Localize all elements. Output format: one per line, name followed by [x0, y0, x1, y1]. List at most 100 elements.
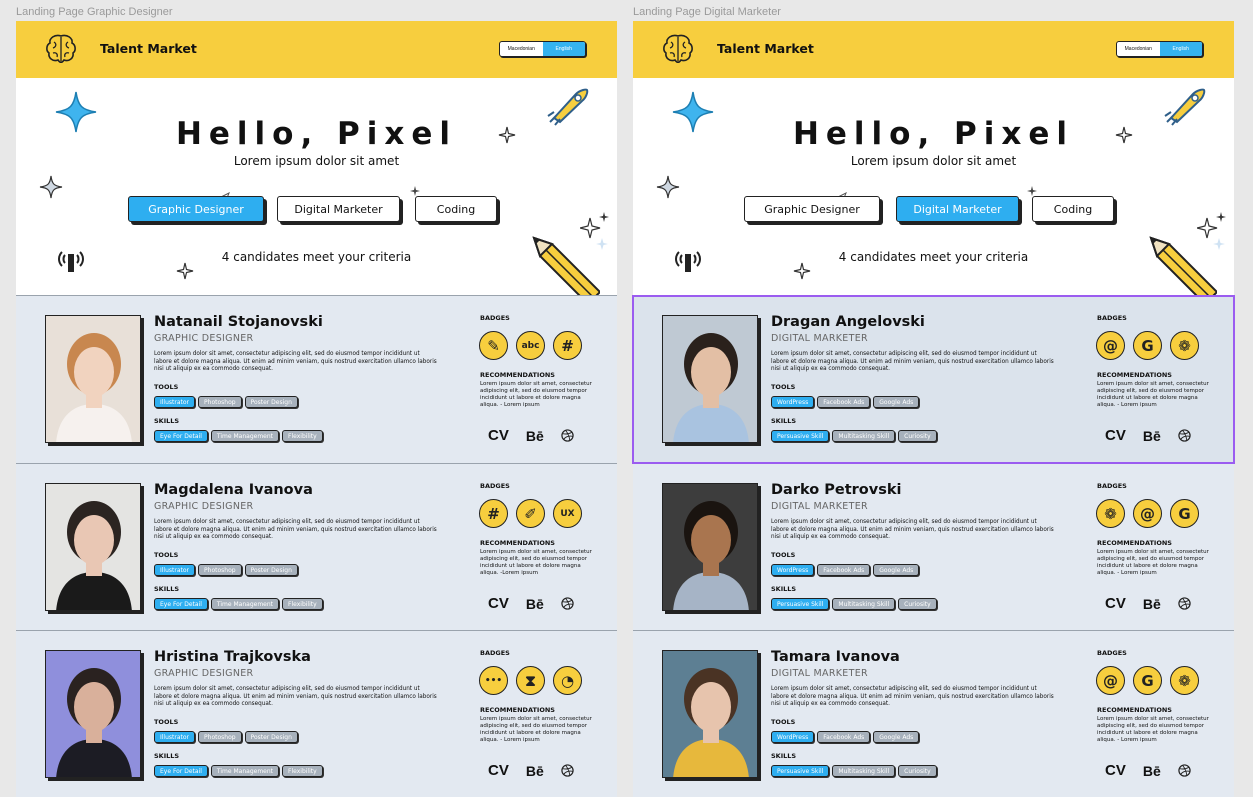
candidate-card[interactable]: Hristina Trajkovska GRAPHIC DESIGNER Lorem…	[16, 630, 617, 797]
lang-macedonian[interactable]: Macedonian	[500, 42, 543, 56]
skill-tag[interactable]: Flexibility	[282, 765, 323, 777]
tools-label: TOOLS	[771, 551, 796, 559]
badges-list: # ✐ UX	[479, 499, 582, 528]
recommendations-label: RECOMMENDATIONS	[480, 371, 555, 379]
tool-tag[interactable]: Illustrator	[154, 731, 196, 743]
category-digital-marketer[interactable]: Digital Marketer	[277, 196, 400, 222]
tools-label: TOOLS	[154, 551, 179, 559]
dribbble-icon[interactable]	[561, 764, 574, 777]
tool-tag[interactable]: Illustrator	[154, 396, 196, 408]
skills-label: SKILLS	[154, 417, 180, 425]
behance-icon[interactable]: Bē	[526, 596, 544, 612]
behance-icon[interactable]: Bē	[1143, 596, 1161, 612]
candidate-name[interactable]: Darko Petrovski	[771, 482, 901, 498]
cv-link[interactable]: CV	[1105, 595, 1126, 612]
skill-tag[interactable]: Persuasive Skill	[771, 430, 830, 442]
category-graphic-designer[interactable]: Graphic Designer	[128, 196, 264, 222]
candidate-name[interactable]: Tamara Ivanova	[771, 649, 900, 665]
candidate-name[interactable]: Dragan Angelovski	[771, 314, 925, 330]
frame-label-digital-marketer: Landing Page Digital Marketer	[633, 6, 781, 18]
tool-tag[interactable]: Facebook Ads	[817, 564, 871, 576]
tool-tag[interactable]: WordPress	[771, 396, 815, 408]
skills-list: Persuasive Skill Multitasking Skill Curios…	[771, 598, 937, 610]
skill-tag[interactable]: Persuasive Skill	[771, 765, 830, 777]
cv-link[interactable]: CV	[1105, 427, 1126, 444]
behance-icon[interactable]: Bē	[526, 428, 544, 444]
tool-tag[interactable]: Photoshop	[198, 731, 242, 743]
tool-tag[interactable]: Facebook Ads	[817, 396, 871, 408]
cv-link[interactable]: CV	[488, 427, 509, 444]
candidate-name[interactable]: Hristina Trajkovska	[154, 649, 311, 665]
skill-tag[interactable]: Time Management	[210, 765, 280, 777]
skill-tag[interactable]: Curiosity	[898, 598, 937, 610]
tool-tag[interactable]: Facebook Ads	[817, 731, 871, 743]
behance-icon[interactable]: Bē	[526, 763, 544, 779]
candidate-role: GRAPHIC DESIGNER	[154, 333, 254, 344]
tool-tag[interactable]: Google Ads	[873, 564, 920, 576]
tool-tag[interactable]: Poster Design	[244, 731, 298, 743]
tool-tag[interactable]: Poster Design	[244, 564, 298, 576]
dribbble-icon[interactable]	[1178, 764, 1191, 777]
tool-tag[interactable]: WordPress	[771, 564, 815, 576]
cv-link[interactable]: CV	[488, 762, 509, 779]
paw-icon: ❁	[1170, 331, 1199, 360]
skill-tag[interactable]: Flexibility	[282, 598, 323, 610]
google-icon: G	[1133, 331, 1162, 360]
lang-macedonian[interactable]: Macedonian	[1117, 42, 1160, 56]
tool-tag[interactable]: Google Ads	[873, 396, 920, 408]
slack-icon: #	[479, 499, 508, 528]
skill-tag[interactable]: Time Management	[210, 598, 280, 610]
tools-label: TOOLS	[154, 718, 179, 726]
candidate-card[interactable]: Tamara Ivanova DIGITAL MARKETER Lorem ipsu…	[633, 630, 1234, 797]
tool-tag[interactable]: Poster Design	[244, 396, 298, 408]
badges-label: BADGES	[480, 314, 510, 322]
dribbble-icon[interactable]	[1178, 597, 1191, 610]
skill-tag[interactable]: Multitasking Skill	[832, 598, 896, 610]
dribbble-icon[interactable]	[561, 597, 574, 610]
dribbble-icon[interactable]	[1178, 429, 1191, 442]
hero-title: Hello, Pixel	[792, 116, 1075, 152]
skill-tag[interactable]: Eye For Detail	[154, 765, 208, 777]
recommendations-label: RECOMMENDATIONS	[1097, 371, 1172, 379]
cv-link[interactable]: CV	[1105, 762, 1126, 779]
skill-tag[interactable]: Time Management	[210, 430, 280, 442]
recommendation-text: Lorem ipsum dolor sit amet, consectetur …	[480, 716, 592, 743]
tool-tag[interactable]: WordPress	[771, 731, 815, 743]
badges-label: BADGES	[1097, 649, 1127, 657]
behance-icon[interactable]: Bē	[1143, 428, 1161, 444]
lang-english[interactable]: English	[1159, 42, 1202, 56]
language-toggle[interactable]: Macedonian English	[1116, 41, 1203, 57]
language-toggle[interactable]: Macedonian English	[499, 41, 586, 57]
category-coding[interactable]: Coding	[415, 196, 497, 222]
category-coding[interactable]: Coding	[1032, 196, 1114, 222]
category-digital-marketer[interactable]: Digital Marketer	[896, 196, 1019, 222]
candidate-description: Lorem ipsum dolor sit amet, consectetur …	[771, 351, 1054, 373]
candidate-card[interactable]: Dragan Angelovski DIGITAL MARKETER Lorem i…	[633, 295, 1234, 463]
candidate-card[interactable]: Darko Petrovski DIGITAL MARKETER Lorem ips…	[633, 463, 1234, 631]
tool-tag[interactable]: Photoshop	[198, 564, 242, 576]
skill-tag[interactable]: Multitasking Skill	[832, 765, 896, 777]
candidate-name[interactable]: Natanail Stojanovski	[154, 314, 323, 330]
lang-english[interactable]: English	[542, 42, 585, 56]
skill-tag[interactable]: Eye For Detail	[154, 598, 208, 610]
dribbble-icon[interactable]	[561, 429, 574, 442]
skill-tag[interactable]: Curiosity	[898, 765, 937, 777]
tool-tag[interactable]: Illustrator	[154, 564, 196, 576]
cv-link[interactable]: CV	[488, 595, 509, 612]
skill-tag[interactable]: Flexibility	[282, 430, 323, 442]
small-star-icon	[793, 262, 811, 280]
skill-tag[interactable]: Persuasive Skill	[771, 598, 830, 610]
skills-label: SKILLS	[154, 752, 180, 760]
candidate-name[interactable]: Magdalena Ivanova	[154, 482, 313, 498]
tool-tag[interactable]: Google Ads	[873, 731, 920, 743]
candidate-card[interactable]: Natanail Stojanovski GRAPHIC DESIGNER Lore…	[16, 295, 617, 463]
behance-icon[interactable]: Bē	[1143, 763, 1161, 779]
candidate-card[interactable]: Magdalena Ivanova GRAPHIC DESIGNER Lorem i…	[16, 463, 617, 631]
skill-tag[interactable]: Eye For Detail	[154, 430, 208, 442]
recommendation-text: Lorem ipsum dolor sit amet, consectetur …	[480, 381, 592, 408]
hero-subtitle: Lorem ipsum dolor sit amet	[233, 154, 400, 168]
skill-tag[interactable]: Curiosity	[898, 430, 937, 442]
skill-tag[interactable]: Multitasking Skill	[832, 430, 896, 442]
category-graphic-designer[interactable]: Graphic Designer	[744, 196, 880, 222]
tool-tag[interactable]: Photoshop	[198, 396, 242, 408]
